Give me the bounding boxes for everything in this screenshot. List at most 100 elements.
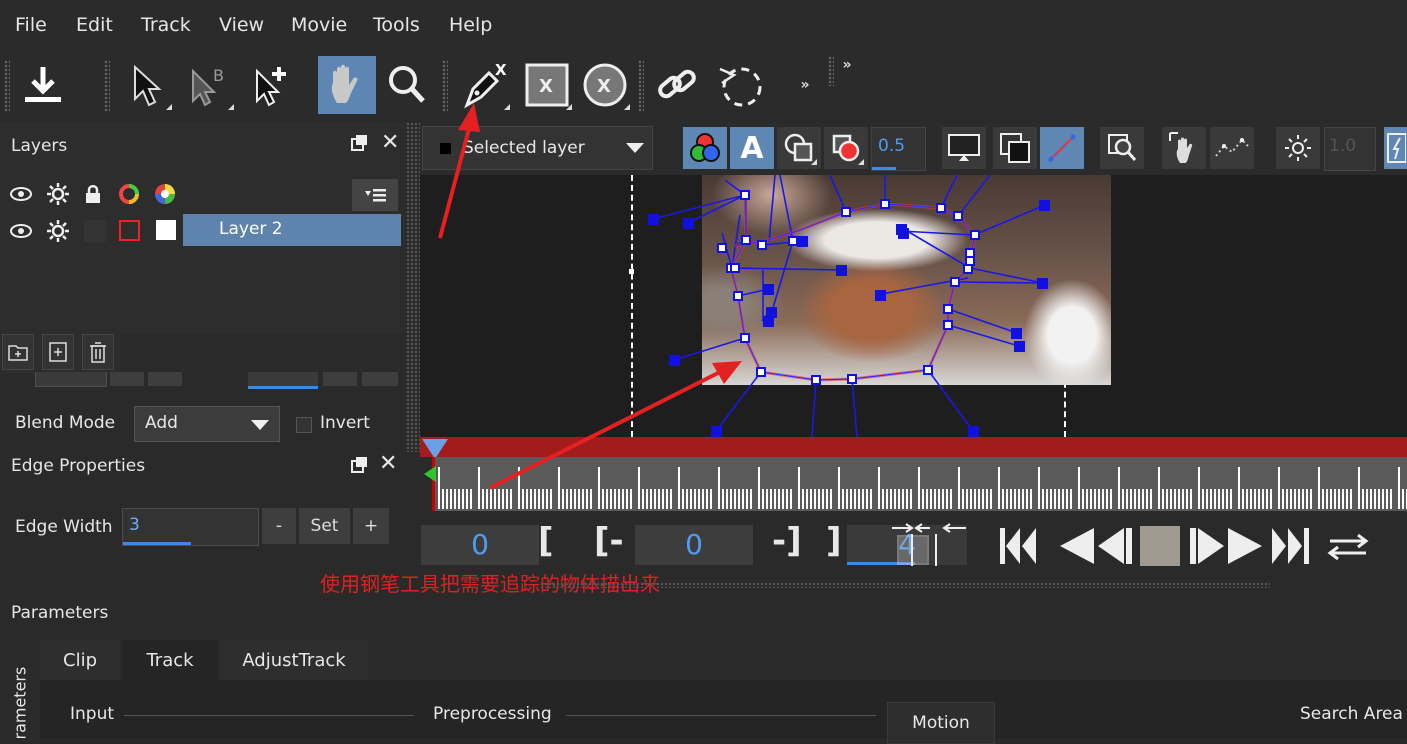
rgb-channels-icon[interactable] — [683, 127, 727, 169]
in-point-field[interactable]: 0 — [635, 525, 753, 565]
zoom-magnifier-icon[interactable] — [378, 56, 436, 114]
dotted-path-icon[interactable] — [1210, 127, 1254, 169]
new-layer-icon[interactable] — [42, 334, 74, 370]
exposure-field[interactable]: 1.0 — [1324, 127, 1376, 171]
lock-toggle[interactable] — [84, 220, 106, 242]
lightning-icon[interactable] — [1384, 127, 1407, 169]
stop-button[interactable] — [1140, 526, 1180, 566]
overlay-mode-icon[interactable] — [777, 127, 821, 169]
toolbar-grip[interactable] — [638, 60, 644, 112]
range-arrows-icon[interactable] — [890, 522, 970, 568]
layer-select-dropdown[interactable]: Selected layer — [422, 126, 653, 170]
play-forward-icon[interactable] — [1188, 526, 1264, 566]
rectangle-shape-icon[interactable]: X — [518, 56, 576, 114]
go-to-end-icon[interactable] — [1270, 526, 1312, 566]
parameters-side-label: rameters — [10, 666, 30, 740]
visibility-eye-icon[interactable] — [10, 223, 32, 239]
tab-adjusttrack[interactable]: AdjustTrack — [220, 640, 368, 680]
timeline-ruler[interactable] — [434, 457, 1407, 511]
play-backward-icon[interactable] — [1058, 526, 1134, 566]
lock-icon[interactable] — [84, 184, 102, 204]
splitter[interactable] — [406, 122, 420, 452]
edge-width-set-button[interactable]: Set — [299, 508, 350, 544]
zoom-fit-icon[interactable] — [1100, 127, 1144, 169]
color-wheel-icon[interactable] — [154, 183, 176, 205]
set-out-bracket[interactable]: ] — [826, 521, 842, 561]
select-arrow-icon[interactable] — [118, 56, 176, 114]
go-to-out-button[interactable]: -] — [772, 521, 802, 561]
toolbar-grip[interactable] — [4, 60, 10, 112]
layer-stack-icon[interactable] — [993, 127, 1037, 169]
blend-mode-value: Add — [145, 413, 178, 433]
menu-movie[interactable]: Movie — [291, 14, 347, 36]
layer-name-cell[interactable]: Layer 2 — [183, 214, 401, 246]
roto-spline[interactable] — [420, 175, 1407, 437]
blend-mode-select[interactable]: Add — [134, 406, 280, 442]
toolbar-overflow-icon[interactable]: » — [818, 50, 876, 80]
opacity-field[interactable]: 0.5 — [871, 127, 926, 171]
svg-text:X: X — [539, 76, 553, 97]
splitter[interactable] — [540, 582, 1270, 588]
preprocessing-group-label: Preprocessing — [433, 704, 552, 724]
new-folder-icon[interactable] — [2, 334, 34, 370]
color-ring-icon[interactable] — [118, 183, 140, 205]
pen-tool-icon[interactable]: X — [456, 56, 514, 114]
hidden-field[interactable] — [35, 372, 107, 387]
edge-width-plus-button[interactable]: + — [353, 508, 389, 544]
import-icon[interactable] — [14, 56, 72, 114]
tab-adjusttrack-label: AdjustTrack — [242, 649, 346, 671]
select-bezier-icon[interactable]: B — [180, 56, 238, 114]
parameters-side-tab[interactable]: rameters — [0, 640, 40, 740]
layer-color-swatch[interactable] — [119, 220, 140, 241]
edge-properties-title: Edge Properties — [11, 456, 146, 476]
toolbar-grip[interactable] — [442, 60, 448, 112]
layer-row[interactable]: Layer 2 — [0, 214, 402, 250]
mask-overlay-icon[interactable] — [824, 127, 868, 169]
ellipse-shape-icon[interactable]: X — [576, 56, 634, 114]
monitor-icon[interactable] — [942, 127, 986, 169]
set-in-bracket[interactable]: [ — [538, 521, 554, 561]
float-panel-icon[interactable] — [350, 456, 368, 478]
link-chain-icon[interactable] — [648, 56, 706, 114]
hand-track-icon[interactable] — [1162, 127, 1206, 169]
menu-tools[interactable]: Tools — [373, 14, 420, 36]
timeline-range-bar[interactable] — [420, 437, 1407, 457]
add-point-arrow-icon[interactable] — [242, 56, 300, 114]
close-icon[interactable]: ✕ — [379, 451, 397, 476]
edge-width-minus-button[interactable]: - — [262, 508, 296, 544]
visibility-eye-icon[interactable] — [10, 186, 32, 202]
viewer-canvas[interactable] — [420, 175, 1407, 437]
sun-settings-icon[interactable] — [46, 219, 70, 243]
hidden-button[interactable] — [323, 372, 357, 386]
hidden-field[interactable] — [248, 372, 318, 389]
layer-fill-swatch[interactable] — [156, 220, 176, 240]
menu-edit[interactable]: Edit — [76, 14, 113, 36]
hand-pan-icon[interactable] — [318, 56, 376, 114]
hidden-button[interactable] — [110, 372, 144, 386]
toolbar-grip[interactable] — [104, 60, 110, 112]
current-frame-field[interactable]: 0 — [421, 525, 539, 565]
layer-menu-icon[interactable] — [352, 179, 398, 211]
dashed-shape-icon[interactable] — [710, 56, 768, 114]
sun-settings-icon[interactable] — [46, 182, 70, 206]
menu-file[interactable]: File — [15, 14, 47, 36]
edge-width-input[interactable]: 3 — [122, 508, 259, 546]
hidden-button[interactable] — [148, 372, 182, 386]
float-panel-icon[interactable] — [350, 134, 368, 156]
brightness-icon[interactable] — [1276, 127, 1320, 169]
go-to-start-icon[interactable] — [998, 526, 1040, 566]
motion-tab[interactable]: Motion — [887, 702, 995, 744]
close-icon[interactable]: ✕ — [381, 130, 399, 155]
menu-help[interactable]: Help — [449, 14, 492, 36]
menu-view[interactable]: View — [219, 14, 264, 36]
trash-icon[interactable] — [82, 334, 114, 370]
menu-track[interactable]: Track — [141, 14, 191, 36]
spline-display-icon[interactable] — [1040, 127, 1084, 169]
go-to-in-button[interactable]: [- — [594, 521, 624, 561]
loop-mode-icon[interactable] — [1326, 534, 1370, 560]
tab-clip[interactable]: Clip — [40, 640, 120, 680]
alpha-channel-icon[interactable]: A — [730, 127, 774, 169]
tab-track[interactable]: Track — [122, 640, 218, 680]
hidden-button[interactable] — [362, 372, 398, 386]
invert-checkbox[interactable] — [296, 417, 312, 433]
